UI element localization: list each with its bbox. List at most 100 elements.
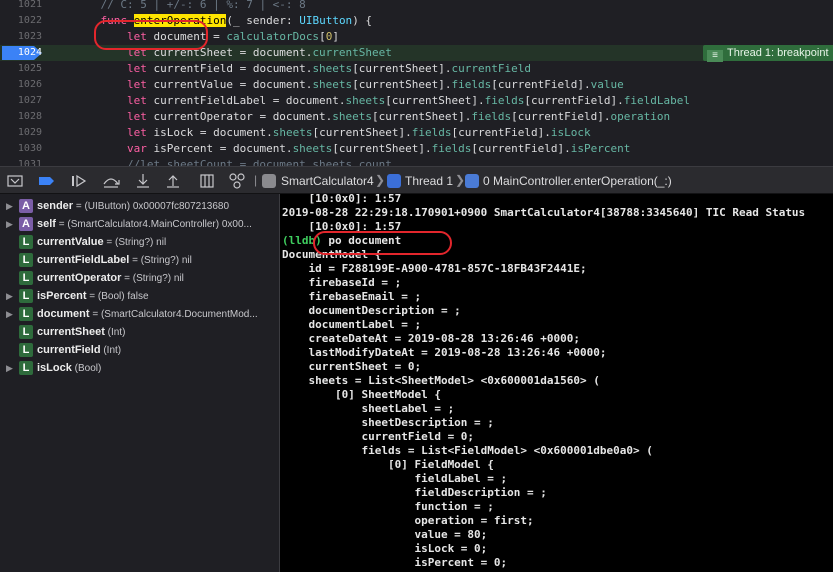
variable-text: currentField (Int) xyxy=(37,341,275,360)
console-line: firebaseId = ; xyxy=(282,276,402,289)
console-line: firebaseEmail = ; xyxy=(282,290,422,303)
variable-text: self = (SmartCalculator4.MainController)… xyxy=(37,215,275,234)
disclosure-triangle-icon[interactable]: ▶ xyxy=(6,197,16,215)
local-badge-icon: L xyxy=(19,289,33,303)
source-editor[interactable]: 1021 // C: 5 | +/-: 6 | %: 7 | <-: 8 1022… xyxy=(0,0,833,166)
debug-console[interactable]: [10:0x0]: 1:57 2019-08-28 22:29:18.170901… xyxy=(280,194,833,572)
variable-value: = (String?) nil xyxy=(103,237,167,248)
variable-name: currentFieldLabel xyxy=(37,254,130,266)
code-text: //let sheetCount = document.sheets.count xyxy=(126,158,392,166)
code-line[interactable]: 1026 let currentValue = document.sheets[… xyxy=(0,77,833,93)
variable-name: isPercent xyxy=(37,290,87,302)
console-line: createDateAt = 2019-08-28 13:26:46 +0000… xyxy=(282,332,581,345)
variable-row[interactable]: LcurrentValue = (String?) nil xyxy=(0,233,279,251)
code-text: let currentOperator = document.sheets[cu… xyxy=(126,110,671,123)
line-number: 1025 xyxy=(17,63,42,74)
local-badge-icon: L xyxy=(19,235,33,249)
lldb-prompt: (lldb) xyxy=(282,234,322,247)
line-number: 1021 xyxy=(17,0,42,10)
code-line[interactable]: 1027 let currentFieldLabel = document.sh… xyxy=(0,93,833,109)
local-badge-icon: L xyxy=(19,343,33,357)
thread-icon xyxy=(387,174,401,188)
variable-row[interactable]: LcurrentFieldLabel = (String?) nil xyxy=(0,251,279,269)
code-line[interactable]: 1029 let isLock = document.sheets[curren… xyxy=(0,125,833,141)
code-text: func enterOperation(_ sender: UIButton) … xyxy=(100,14,373,27)
console-line: id = F288199E-A900-4781-857C-18FB43F2441… xyxy=(282,262,587,275)
console-line: fieldDescription = ; xyxy=(282,486,547,499)
memory-graph-icon[interactable] xyxy=(228,172,246,190)
variable-row[interactable]: ▶ LisPercent = (Bool) false xyxy=(0,287,279,305)
variable-row[interactable]: ▶ LisLock (Bool) xyxy=(0,359,279,377)
console-line: documentLabel = ; xyxy=(282,318,422,331)
code-line[interactable]: 1031 //let sheetCount = document.sheets.… xyxy=(0,157,833,166)
variable-row[interactable]: LcurrentField (Int) xyxy=(0,341,279,359)
variable-name: document xyxy=(37,308,90,320)
view-hierarchy-icon[interactable] xyxy=(198,172,216,190)
thread-breakpoint-badge[interactable]: ≡ Thread 1: breakpoint xyxy=(703,45,833,62)
variable-name: currentValue xyxy=(37,236,104,248)
variable-text: document = (SmartCalculator4.DocumentMod… xyxy=(37,305,275,324)
variables-view[interactable]: ▶ Asender = (UIButton) 0x00007fc807213680… xyxy=(0,194,279,572)
line-number: 1026 xyxy=(17,79,42,90)
code-line[interactable]: 1025 let currentField = document.sheets[… xyxy=(0,61,833,77)
variable-value: (Bool) xyxy=(71,363,102,374)
code-line[interactable]: 1022 func enterOperation(_ sender: UIBut… xyxy=(0,13,833,29)
variable-value: = (String?) nil xyxy=(121,273,184,284)
step-out-icon[interactable] xyxy=(164,172,182,190)
variable-row[interactable]: ▶ Ldocument = (SmartCalculator4.DocumentM… xyxy=(0,305,279,323)
local-badge-icon: L xyxy=(19,307,33,321)
argument-badge-icon: A xyxy=(19,217,33,231)
code-line[interactable]: 1021 // C: 5 | +/-: 6 | %: 7 | <-: 8 xyxy=(0,0,833,13)
breadcrumb-app[interactable]: SmartCalculator4 xyxy=(281,173,374,189)
variable-row[interactable]: LcurrentOperator = (String?) nil xyxy=(0,269,279,287)
code-text: // C: 5 | +/-: 6 | %: 7 | <-: 8 xyxy=(100,0,306,11)
variable-text: isLock (Bool) xyxy=(37,359,275,378)
variable-row[interactable]: ▶ Aself = (SmartCalculator4.MainControlle… xyxy=(0,215,279,233)
breadcrumb-frame[interactable]: 0 MainController.enterOperation(_:) xyxy=(483,173,672,189)
step-into-icon[interactable] xyxy=(134,172,152,190)
breadcrumb-thread[interactable]: Thread 1 xyxy=(405,173,453,189)
hide-debug-area-icon[interactable] xyxy=(6,172,24,190)
code-text: let currentField = document.sheets[curre… xyxy=(126,62,532,75)
variable-row[interactable]: LcurrentSheet (Int) xyxy=(0,323,279,341)
argument-badge-icon: A xyxy=(19,199,33,213)
line-number: 1030 xyxy=(17,143,42,154)
console-line: [0] SheetModel { xyxy=(282,388,441,401)
code-line[interactable]: 1023 let document = calculatorDocs[0] xyxy=(0,29,833,45)
console-line: function = ; xyxy=(282,500,494,513)
line-number: 1023 xyxy=(17,31,42,42)
code-line[interactable]: 1030 var isPercent = document.sheets[cur… xyxy=(0,141,833,157)
variable-text: currentValue = (String?) nil xyxy=(37,233,275,252)
code-text: let currentSheet = document.currentSheet xyxy=(126,46,392,59)
breakpoints-toggle-icon[interactable] xyxy=(38,172,56,190)
variable-text: isPercent = (Bool) false xyxy=(37,287,275,306)
console-line: lastModifyDateAt = 2019-08-28 13:26:46 +… xyxy=(282,346,607,359)
code-text: let currentFieldLabel = document.sheets[… xyxy=(126,94,690,107)
code-line[interactable]: 1024 let currentSheet = document.current… xyxy=(0,45,833,62)
variable-value: = (Bool) false xyxy=(86,291,149,302)
local-badge-icon: L xyxy=(19,253,33,267)
disclosure-triangle-icon[interactable]: ▶ xyxy=(6,215,16,233)
console-line: currentField = 0; xyxy=(282,430,475,443)
step-over-icon[interactable] xyxy=(102,172,120,190)
code-line[interactable]: 1028 let currentOperator = document.shee… xyxy=(0,109,833,125)
console-line: isPercent = 0; xyxy=(282,556,508,569)
disclosure-triangle-icon[interactable]: ▶ xyxy=(6,359,16,377)
variable-text: currentOperator = (String?) nil xyxy=(37,269,275,288)
console-line: isLock = 0; xyxy=(282,542,488,555)
disclosure-triangle-icon[interactable]: ▶ xyxy=(6,287,16,305)
console-line: sheetDescription = ; xyxy=(282,416,494,429)
continue-icon[interactable] xyxy=(70,172,88,190)
console-line: documentDescription = ; xyxy=(282,304,461,317)
disclosure-triangle-icon[interactable]: ▶ xyxy=(6,305,16,323)
console-line: currentSheet = 0; xyxy=(282,360,422,373)
lldb-command: po document xyxy=(321,234,402,247)
console-line: [10:0x0]: 1:57 xyxy=(282,220,402,233)
variable-text: currentFieldLabel = (String?) nil xyxy=(37,251,275,270)
variable-row[interactable]: ▶ Asender = (UIButton) 0x00007fc807213680 xyxy=(0,197,279,215)
line-number: 1024 xyxy=(17,47,42,58)
app-target-icon xyxy=(262,174,276,188)
variable-value: = (UIButton) 0x00007fc807213680 xyxy=(73,201,230,212)
variable-text: currentSheet (Int) xyxy=(37,323,275,342)
variable-value: = (SmartCalculator4.MainController) 0x00… xyxy=(55,219,252,230)
